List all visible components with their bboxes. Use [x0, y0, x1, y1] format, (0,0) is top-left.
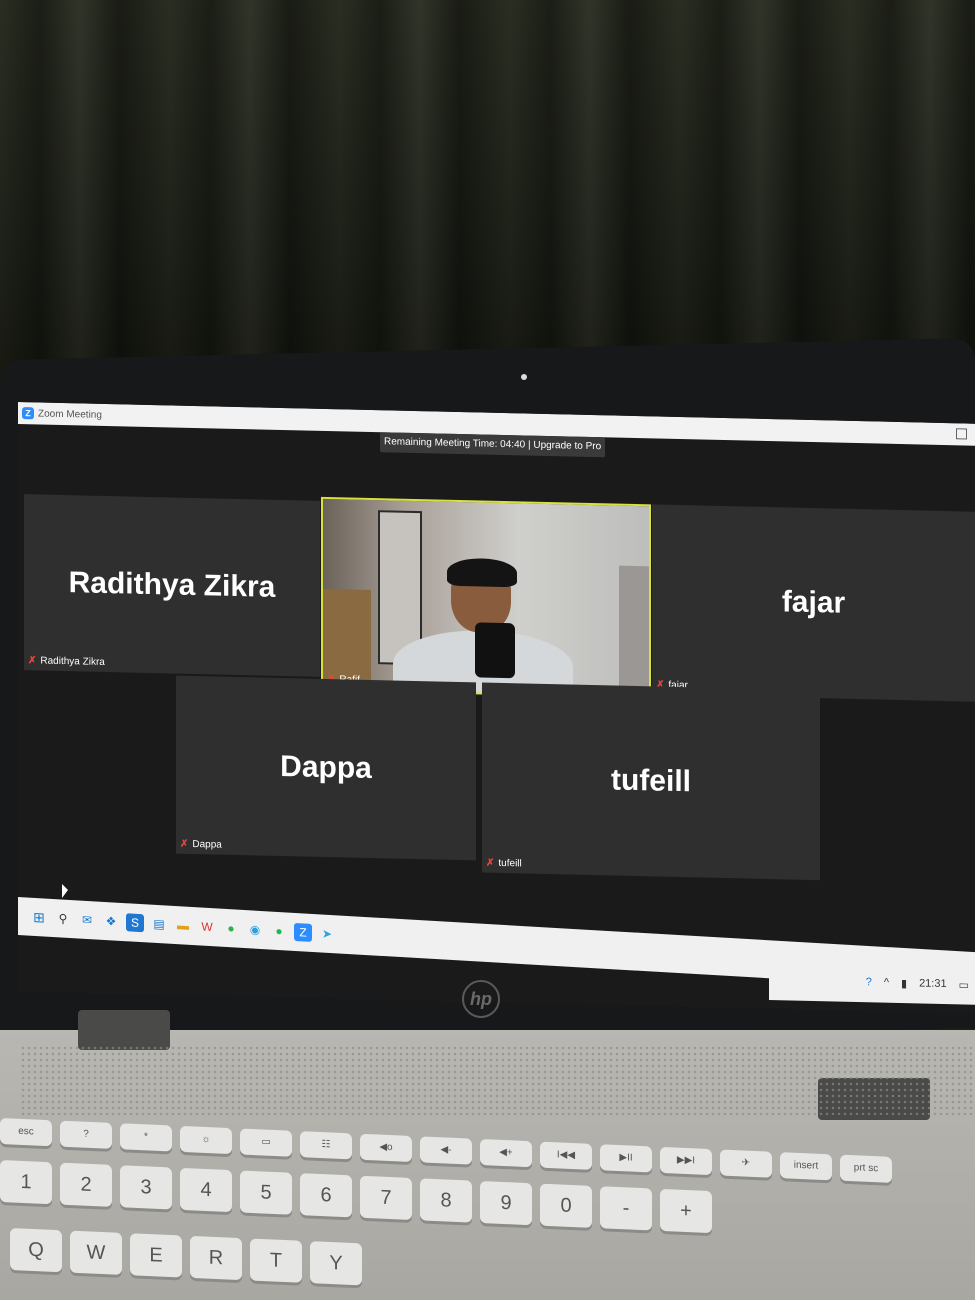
keyboard-key[interactable]: 9	[480, 1180, 532, 1226]
keyboard-key[interactable]: ✈	[720, 1149, 772, 1178]
participant-tile[interactable]: tufeill ✗ tufeill	[482, 682, 820, 881]
video-person-hair	[447, 557, 517, 588]
participant-name-label: ✗ Radithya Zikra	[28, 655, 105, 668]
participant-label-text: tufeill	[498, 857, 522, 870]
keyboard-key[interactable]: ☼	[180, 1125, 232, 1155]
keyboard-key[interactable]: ◀+	[480, 1138, 532, 1168]
system-tray: ? ^ ▮ 21:31 ▭	[769, 960, 975, 1005]
video-phone	[475, 622, 515, 679]
keyboard-key[interactable]: 2	[60, 1162, 112, 1207]
keyboard-key[interactable]: prt sc	[840, 1154, 892, 1183]
keyboard-key[interactable]: W	[70, 1230, 122, 1275]
mic-off-icon: ✗	[28, 655, 37, 667]
spotify-icon[interactable]: ●	[270, 922, 288, 941]
help-icon[interactable]: ?	[866, 976, 872, 988]
participant-label-text: Dappa	[192, 838, 222, 851]
participant-video-tile-active-speaker[interactable]: ✗ Rafif	[321, 496, 651, 699]
keyboard-key[interactable]: T	[250, 1238, 302, 1283]
mic-off-icon: ✗	[180, 838, 189, 850]
dropbox-icon[interactable]: ❖	[102, 912, 120, 931]
keyboard-key[interactable]: Y	[310, 1241, 362, 1286]
keyboard-key[interactable]: ▭	[240, 1128, 292, 1157]
keyboard-key[interactable]: esc	[0, 1118, 52, 1147]
keyboard-key[interactable]: 0	[540, 1183, 592, 1228]
participant-label-text: Radithya Zikra	[40, 655, 105, 668]
files-icon[interactable]: ▤	[150, 915, 168, 934]
start-icon[interactable]: ⊞	[30, 908, 48, 927]
participant-tile[interactable]: Radithya Zikra ✗ Radithya Zikra	[24, 494, 320, 677]
keyboard-key[interactable]: 6	[300, 1173, 352, 1218]
keyboard-key[interactable]: Q	[10, 1228, 62, 1273]
mouse-cursor-icon	[62, 884, 68, 898]
participant-display-name: Radithya Zikra	[68, 566, 276, 604]
keyboard-key[interactable]: ◀-	[420, 1136, 472, 1165]
clock[interactable]: 21:31	[919, 977, 947, 990]
keyboard-key[interactable]: ?	[60, 1120, 112, 1149]
keyboard-key[interactable]: 1	[0, 1160, 52, 1205]
restore-window-icon[interactable]	[956, 428, 967, 440]
telegram-icon[interactable]: ➤	[318, 924, 336, 943]
participant-name-label: ✗ tufeill	[486, 858, 522, 870]
mail-icon[interactable]: ✉	[78, 910, 96, 929]
participant-name-label: ✗ Dappa	[180, 839, 222, 851]
search-icon[interactable]: ⚲	[54, 909, 72, 928]
mic-off-icon: ✗	[486, 857, 495, 869]
participant-tile[interactable]: fajar ✗ fajar	[652, 504, 975, 702]
keyboard-key[interactable]: *	[120, 1123, 172, 1152]
keyboard-key[interactable]: ◀o	[360, 1133, 412, 1162]
keyboard-key[interactable]: R	[190, 1235, 242, 1281]
participant-display-name: fajar	[781, 585, 846, 620]
keyboard-key[interactable]: insert	[780, 1152, 832, 1181]
keyboard-key[interactable]: ☷	[300, 1131, 352, 1160]
remaining-time-banner[interactable]: Remaining Meeting Time: 04:40 | Upgrade …	[380, 432, 606, 458]
keyboard-key[interactable]: E	[130, 1233, 182, 1278]
show-hidden-icons-icon[interactable]: ^	[884, 977, 889, 989]
keyboard-key[interactable]: ▶II	[600, 1144, 652, 1173]
participant-display-name: Dappa	[280, 749, 372, 786]
battery-icon[interactable]: ▮	[901, 977, 907, 990]
wps-icon[interactable]: W	[198, 917, 216, 936]
window-title: Zoom Meeting	[38, 407, 102, 421]
hp-logo: hp	[462, 980, 500, 1018]
skype-icon[interactable]: S	[126, 913, 144, 933]
keyboard-key[interactable]: +	[660, 1188, 712, 1234]
hinge-left	[78, 1010, 170, 1050]
folder-icon[interactable]: ▬	[174, 916, 192, 935]
video-background-cabinet	[619, 565, 649, 697]
keyboard-key[interactable]: 3	[120, 1165, 172, 1210]
webcam	[521, 374, 527, 380]
keyboard-key[interactable]: 5	[240, 1170, 292, 1215]
keyboard-key[interactable]: I◀◀	[540, 1141, 592, 1170]
zoom-icon[interactable]: Z	[294, 922, 312, 942]
laptop-screen: Z Zoom Meeting Remaining Meeting Time: 0…	[18, 402, 975, 1014]
edge-icon[interactable]: ◉	[246, 920, 264, 939]
participant-tile[interactable]: Dappa ✗ Dappa	[176, 675, 476, 861]
keyboard-key[interactable]: 7	[360, 1175, 412, 1220]
keyboard-key[interactable]: 8	[420, 1178, 472, 1223]
speaker-grille	[20, 1045, 975, 1115]
keyboard-key[interactable]: -	[600, 1186, 652, 1231]
participant-display-name: tufeill	[611, 763, 691, 799]
keyboard-key[interactable]: ▶▶I	[660, 1146, 712, 1176]
keyboard-key[interactable]: 4	[180, 1167, 232, 1213]
line-icon[interactable]: ●	[222, 919, 240, 938]
zoom-app-icon: Z	[22, 407, 34, 420]
notification-icon[interactable]: ▭	[959, 978, 969, 991]
